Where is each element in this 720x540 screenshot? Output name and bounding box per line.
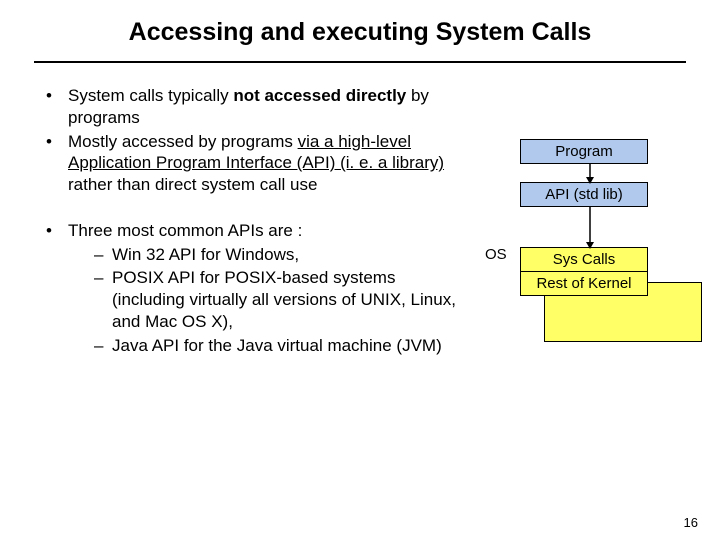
bullet-1: System calls typically not accessed dire… [40,85,470,129]
bullet-2-post: rather than direct system call use [68,175,317,194]
box-program: Program [520,139,648,164]
bullet-list-2: Three most common APIs are : Win 32 API … [40,220,470,357]
box-api: API (std lib) [520,182,648,207]
diagram-column: Program API (std lib) OS Sys Ca [480,85,680,358]
sub-3: Java API for the Java virtual machine (J… [68,335,470,357]
arrow-gap-1 [520,164,660,182]
bullet-list: System calls typically not accessed dire… [40,85,470,196]
spacer [40,198,470,220]
title-rule [34,61,686,63]
sub-list: Win 32 API for Windows, POSIX API for PO… [68,244,470,357]
bullet-1-pre: System calls typically [68,86,233,105]
bullet-3-text: Three most common APIs are : [68,221,302,240]
box-syscalls-text: Sys Calls [553,251,616,268]
content-row: System calls typically not accessed dire… [40,85,680,358]
arrow-down-icon [583,164,597,184]
page-number: 16 [684,515,698,530]
bullet-3: Three most common APIs are : Win 32 API … [40,220,470,357]
slide-title: Accessing and executing System Calls [40,18,680,61]
bullet-2: Mostly accessed by programs via a high-l… [40,131,470,196]
sub-2: POSIX API for POSIX-based systems (inclu… [68,267,470,332]
bullet-1-bold: not accessed directly [233,86,406,105]
arrow-gap-2 [520,207,660,247]
slide: Accessing and executing System Calls Sys… [0,0,720,540]
sub-1: Win 32 API for Windows, [68,244,470,266]
box-syscalls: OS Sys Calls [520,247,648,272]
text-column: System calls typically not accessed dire… [40,85,470,358]
os-label: OS [485,246,507,263]
bullet-2-pre: Mostly accessed by programs [68,132,298,151]
box-kernel: Rest of Kernel [520,271,648,296]
arrow-down-icon [583,207,597,249]
diagram: Program API (std lib) OS Sys Ca [520,139,660,296]
